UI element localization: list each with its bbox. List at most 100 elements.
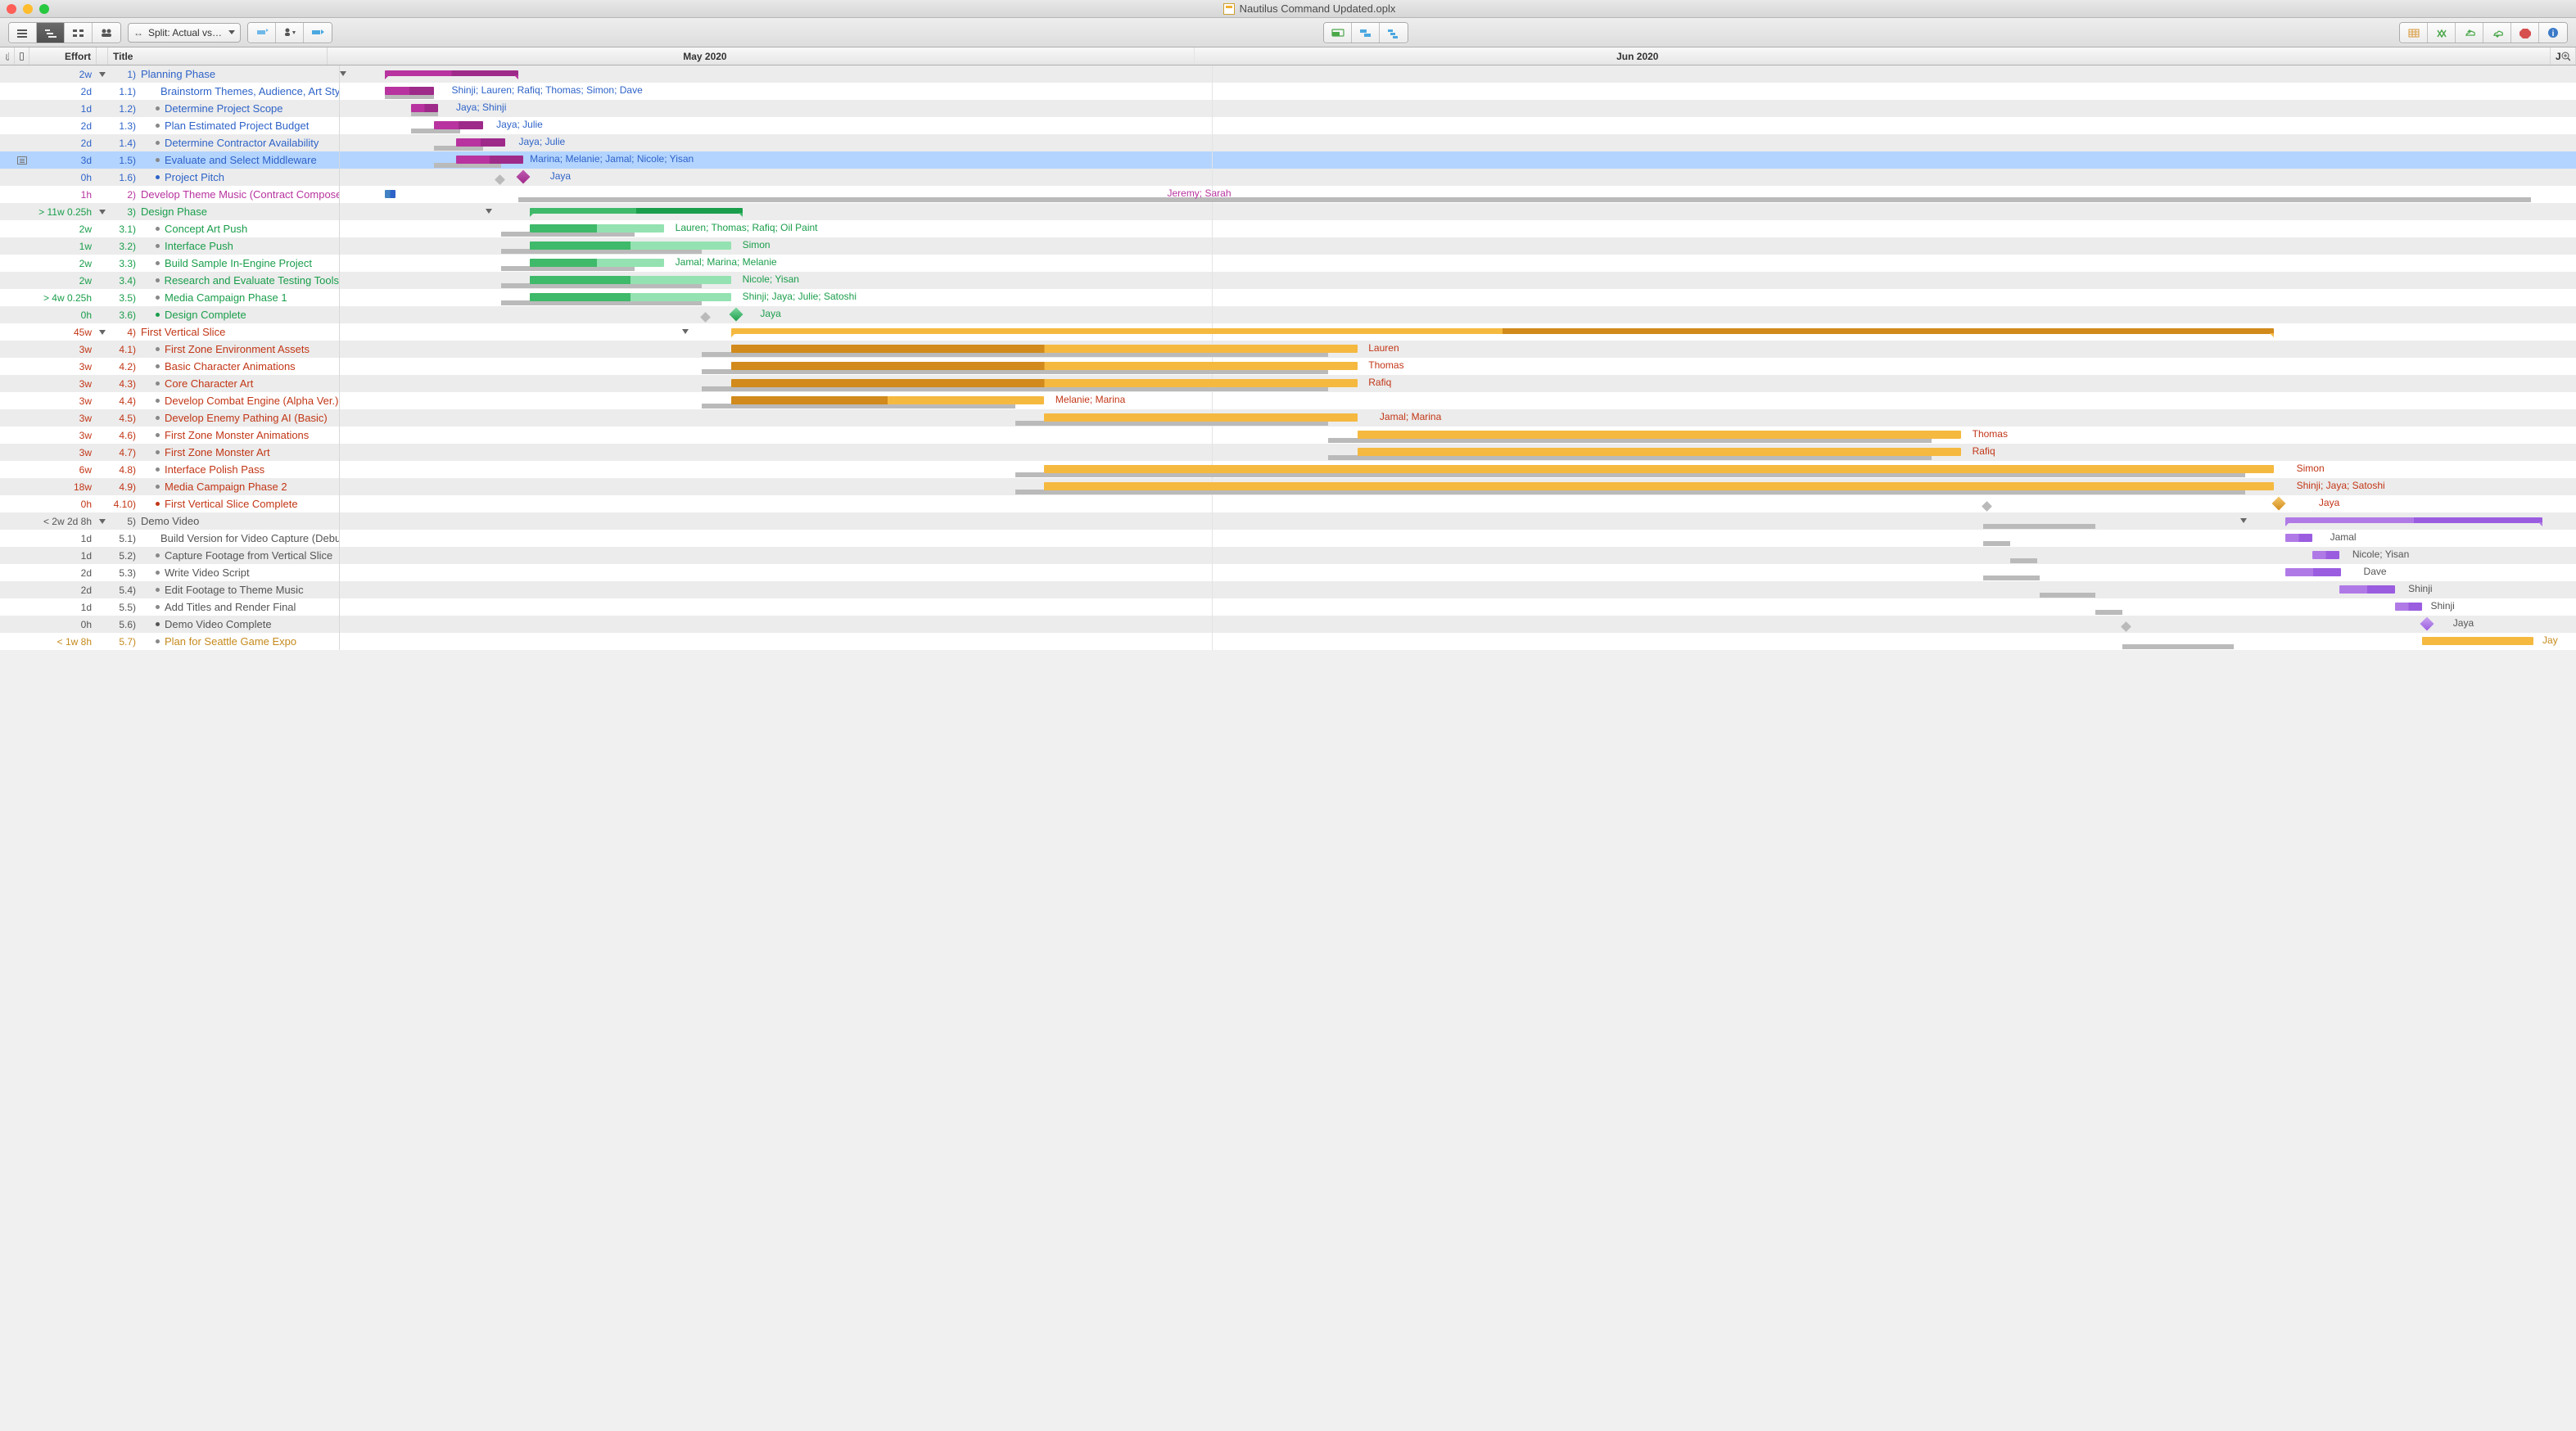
task-bar[interactable] <box>385 190 396 198</box>
task-row[interactable]: 45w4)First Vertical Slice <box>0 323 2576 341</box>
task-row[interactable]: 2w3.1)Concept Art PushLauren; Thomas; Ra… <box>0 220 2576 237</box>
gantt-cell[interactable] <box>339 65 2576 83</box>
task-bar[interactable] <box>1044 413 1357 422</box>
catch-up-button[interactable] <box>304 23 332 43</box>
gantt-cell[interactable]: Nicole; Yisan <box>339 547 2576 564</box>
task-bar[interactable] <box>385 87 434 95</box>
task-row[interactable]: 1d1.2)Determine Project ScopeJaya; Shinj… <box>0 100 2576 117</box>
task-bar[interactable] <box>731 345 1358 353</box>
disclosure-cell[interactable] <box>97 203 108 220</box>
task-bar[interactable] <box>411 104 438 112</box>
chevron-down-icon[interactable] <box>682 329 689 334</box>
task-row[interactable]: 1d5.2)Capture Footage from Vertical Slic… <box>0 547 2576 564</box>
task-bar[interactable] <box>731 362 1358 370</box>
task-bar[interactable] <box>1044 482 2274 490</box>
task-bar[interactable] <box>2285 534 2312 542</box>
gantt-cell[interactable]: Jaya; Julie <box>339 134 2576 151</box>
task-row[interactable]: 18w4.9)Media Campaign Phase 2Shinji; Jay… <box>0 478 2576 495</box>
summary-bar[interactable] <box>530 208 742 214</box>
attach-column-icon[interactable] <box>0 47 15 65</box>
gantt-cell[interactable]: Shinji; Lauren; Rafiq; Thomas; Simon; Da… <box>339 83 2576 100</box>
gantt-cell[interactable]: Jaya <box>339 616 2576 633</box>
inspector-button[interactable]: i <box>2539 23 2567 43</box>
leveling-button[interactable] <box>1380 23 1408 43</box>
task-bar[interactable] <box>530 276 731 284</box>
gantt-cell[interactable]: Simon <box>339 237 2576 255</box>
gantt-cell[interactable]: Jaya; Julie <box>339 117 2576 134</box>
gantt-cell[interactable]: Melanie; Marina <box>339 392 2576 409</box>
zoom-fit-button[interactable]: J <box>2550 47 2576 65</box>
gantt-cell[interactable]: Jamal; Marina <box>339 409 2576 427</box>
gantt-cell[interactable]: Jaya <box>339 495 2576 512</box>
gantt-cell[interactable]: Shinji; Jaya; Julie; Satoshi <box>339 289 2576 306</box>
task-row[interactable]: 1d5.5)Add Titles and Render FinalShinji <box>0 598 2576 616</box>
task-bar[interactable] <box>1358 448 1961 456</box>
task-row[interactable]: 0h3.6)Design CompleteJaya <box>0 306 2576 323</box>
chevron-down-icon[interactable] <box>2240 518 2247 523</box>
chevron-down-icon[interactable] <box>99 72 106 77</box>
gantt-cell[interactable]: Simon <box>339 461 2576 478</box>
disclosure-cell[interactable] <box>97 65 108 83</box>
task-bar[interactable] <box>731 379 1358 387</box>
task-row[interactable]: 2d5.3)Write Video ScriptDave <box>0 564 2576 581</box>
view-options-button[interactable] <box>2400 23 2428 43</box>
task-row[interactable]: 0h4.10)First Vertical Slice CompleteJaya <box>0 495 2576 512</box>
action-menu-button[interactable] <box>276 23 304 43</box>
note-icon[interactable] <box>17 156 27 165</box>
gantt-cell[interactable]: Rafiq <box>339 444 2576 461</box>
add-task-button[interactable] <box>248 23 276 43</box>
reschedule-button[interactable] <box>1352 23 1380 43</box>
baseline-button[interactable] <box>1324 23 1352 43</box>
milestone-marker[interactable] <box>517 170 531 184</box>
chevron-down-icon[interactable] <box>99 519 106 524</box>
network-view-button[interactable] <box>65 23 93 43</box>
task-row[interactable]: 3w4.5)Develop Enemy Pathing AI (Basic)Ja… <box>0 409 2576 427</box>
zoom-icon[interactable] <box>39 4 49 14</box>
task-bar[interactable] <box>530 242 731 250</box>
gantt-cell[interactable]: Jaya <box>339 169 2576 186</box>
task-bar[interactable] <box>530 259 664 267</box>
task-row[interactable]: 3w4.4)Develop Combat Engine (Alpha Ver.)… <box>0 392 2576 409</box>
task-bar[interactable] <box>1044 465 2274 473</box>
task-row[interactable]: 2w1)Planning Phase <box>0 65 2576 83</box>
task-bar[interactable] <box>456 156 523 164</box>
filters-button[interactable] <box>2428 23 2456 43</box>
milestone-marker[interactable] <box>729 308 743 322</box>
chevron-down-icon[interactable] <box>486 209 492 214</box>
gantt-cell[interactable]: Jamal; Marina; Melanie <box>339 255 2576 272</box>
gantt-cell[interactable]: Shinji; Jaya; Satoshi <box>339 478 2576 495</box>
milestone-marker[interactable] <box>2272 497 2286 511</box>
task-bar[interactable] <box>434 121 483 129</box>
task-row[interactable]: < 2w 2d 8h5)Demo Video <box>0 512 2576 530</box>
gantt-cell[interactable]: Jaya <box>339 306 2576 323</box>
effort-column[interactable]: Effort <box>29 47 97 65</box>
notes-column-icon[interactable] <box>15 47 29 65</box>
gantt-cell[interactable]: Marina; Melanie; Jamal; Nicole; Yisan <box>339 151 2576 169</box>
outline-view-button[interactable] <box>9 23 37 43</box>
gantt-cell[interactable]: Jeremy; Sarah <box>339 186 2576 203</box>
task-row[interactable]: 2w3.3)Build Sample In-Engine ProjectJama… <box>0 255 2576 272</box>
task-bar[interactable] <box>2422 637 2534 645</box>
task-bar[interactable] <box>1358 431 1961 439</box>
task-bar[interactable] <box>2339 585 2395 594</box>
task-row[interactable]: 2d1.1)Brainstorm Themes, Audience, Art S… <box>0 83 2576 100</box>
gantt-cell[interactable]: Lauren; Thomas; Rafiq; Oil Paint <box>339 220 2576 237</box>
gantt-cell[interactable]: Nicole; Yisan <box>339 272 2576 289</box>
gantt-cell[interactable]: Rafiq <box>339 375 2576 392</box>
task-row[interactable]: 2w3.4)Research and Evaluate Testing Tool… <box>0 272 2576 289</box>
chevron-down-icon[interactable] <box>99 330 106 335</box>
task-row[interactable]: 3w4.6)First Zone Monster AnimationsThoma… <box>0 427 2576 444</box>
gantt-cell[interactable] <box>339 323 2576 341</box>
gantt-cell[interactable]: Dave <box>339 564 2576 581</box>
task-row[interactable]: 0h5.6)Demo Video CompleteJaya <box>0 616 2576 633</box>
summary-bar[interactable] <box>731 328 2274 334</box>
task-row[interactable]: > 11w 0.25h3)Design Phase <box>0 203 2576 220</box>
task-row[interactable]: 0h1.6)Project PitchJaya <box>0 169 2576 186</box>
close-icon[interactable] <box>7 4 16 14</box>
minimize-icon[interactable] <box>23 4 33 14</box>
task-row[interactable]: 3w4.2)Basic Character AnimationsThomas <box>0 358 2576 375</box>
task-row[interactable]: > 4w 0.25h3.5)Media Campaign Phase 1Shin… <box>0 289 2576 306</box>
task-row[interactable]: 3w4.7)First Zone Monster ArtRafiq <box>0 444 2576 461</box>
task-bar[interactable] <box>731 396 1044 404</box>
task-row[interactable]: 1h2)Develop Theme Music (Contract Compos… <box>0 186 2576 203</box>
